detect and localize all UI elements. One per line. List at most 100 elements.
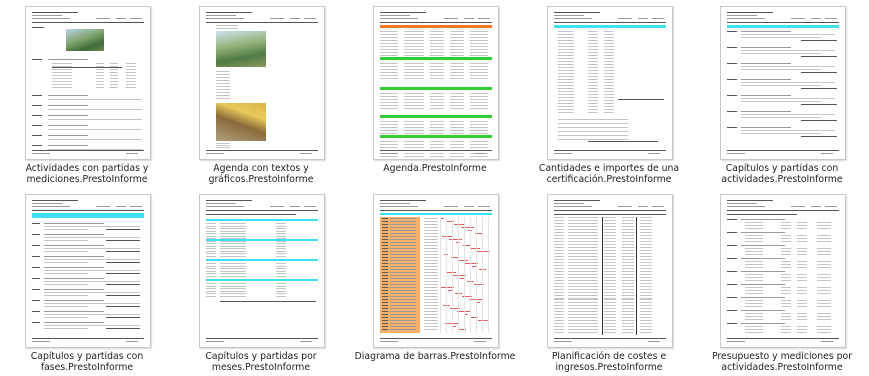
thumbnail-mark (390, 323, 416, 324)
thumbnail-mark (817, 277, 831, 278)
thumbnail-mark (380, 22, 492, 23)
file-item[interactable]: Diagrama de barras.PrestoInforme (348, 188, 522, 376)
thumbnail-mark (48, 145, 88, 146)
thumbnail-mark (640, 268, 652, 269)
thumbnail-mark (44, 314, 140, 315)
thumbnail-mark (220, 285, 246, 287)
thumbnail-mark (382, 266, 388, 267)
thumbnail-mark (390, 305, 416, 306)
thumbnail-mark (382, 275, 388, 276)
file-name-line2: actividades.PrestoInforme (721, 174, 843, 185)
grid-line (470, 217, 471, 333)
thumbnail-mark (604, 31, 614, 32)
file-item[interactable]: Presupuesto y mediciones por actividades… (695, 188, 869, 376)
thumbnail-mark (404, 43, 424, 44)
thumbnail-mark (470, 69, 488, 70)
gantt-bar (470, 248, 480, 249)
report-thumbnail-activities-icon[interactable] (25, 6, 151, 160)
thumbnail-mark (797, 264, 807, 265)
thumbnail-mark (430, 121, 444, 122)
thumbnail-mark (424, 284, 438, 285)
thumbnail-mark (741, 47, 791, 48)
thumbnail-mark (390, 272, 416, 273)
thumbnail-mark (380, 206, 418, 207)
report-thumbnail-chapters-phases-icon[interactable] (25, 194, 151, 348)
thumbnail-mark (206, 243, 216, 244)
thumbnail-mark (382, 236, 388, 237)
report-thumbnail-budget-icon[interactable] (720, 194, 846, 348)
thumbnail-mark (568, 332, 598, 333)
file-name-line2: gráficos.PrestoInforme (208, 174, 314, 185)
section-band (206, 219, 318, 221)
thumbnail-mark (380, 31, 398, 32)
thumbnail-mark (604, 323, 616, 324)
thumbnail-mark (44, 259, 140, 260)
thumbnail-mark (727, 15, 757, 16)
thumbnail-mark (745, 274, 763, 275)
thumbnail-mark (380, 141, 398, 142)
thumbnail-mark (745, 277, 763, 278)
thumbnail-mark (44, 328, 88, 329)
thumbnail-mark (797, 332, 807, 333)
thumbnail-mark (588, 34, 598, 35)
thumbnail-mark (44, 289, 104, 290)
file-item[interactable]: Agenda con textos y gráficos.PrestoInfor… (174, 0, 348, 188)
report-thumbnail-agenda-icon[interactable] (373, 6, 499, 160)
file-item[interactable]: Capítulos y partidas por meses.PrestoInf… (174, 188, 348, 376)
section-band (32, 213, 144, 218)
thumbnail-mark (588, 46, 598, 47)
file-item[interactable]: Planificación de costes e ingresos.Prest… (522, 188, 696, 376)
thumbnail-mark (568, 320, 598, 321)
report-thumbnail-bar-chart-icon[interactable] (373, 194, 499, 348)
thumbnail-mark (404, 102, 424, 103)
thumbnail-mark (568, 292, 598, 293)
thumbnail-mark (126, 63, 136, 64)
thumbnail-mark (558, 52, 574, 53)
thumbnail-mark (404, 66, 424, 67)
thumbnail-mark (604, 109, 614, 110)
gantt-bar (454, 224, 464, 225)
thumbnail-mark (622, 320, 634, 321)
thumbnail-mark (781, 228, 791, 229)
thumbnail-mark (640, 320, 652, 321)
thumbnail-mark (48, 99, 142, 100)
thumbnail-mark (206, 223, 216, 224)
thumbnail-mark (450, 66, 464, 67)
thumbnail-mark (220, 245, 246, 247)
file-item[interactable]: Agenda.PrestoInforme (348, 0, 522, 188)
thumbnail-mark (568, 286, 598, 287)
thumbnail-mark (797, 254, 807, 255)
thumbnail-mark (568, 311, 598, 312)
thumbnail-mark (604, 229, 616, 230)
thumbnail-mark (604, 34, 614, 35)
thumbnail-mark (424, 257, 438, 258)
file-item[interactable]: Actividades con partidas y mediciones.Pr… (0, 0, 174, 188)
report-thumbnail-chapters-months-icon[interactable] (199, 194, 325, 348)
thumbnail-mark (588, 82, 598, 83)
thumbnail-mark (430, 66, 444, 67)
report-thumbnail-agenda-graphics-icon[interactable] (199, 6, 325, 160)
thumbnail-mark (96, 81, 104, 82)
report-thumbnail-cost-planning-icon[interactable] (547, 194, 673, 348)
thumbnail-mark (430, 147, 444, 148)
excavator-photo (216, 103, 266, 141)
thumbnail-mark (110, 72, 118, 73)
thumbnail-mark (640, 277, 652, 278)
file-item[interactable]: Cantidades e importes de una certificaci… (522, 0, 696, 188)
thumbnail-mark (404, 31, 424, 32)
thumbnail-mark (304, 206, 316, 207)
file-item[interactable]: Capítulos y partidas con actividades.Pre… (695, 0, 869, 188)
thumbnail-mark (424, 266, 438, 267)
thumbnail-mark (558, 106, 574, 107)
thumbnail-mark (300, 153, 312, 154)
thumbnail-mark (404, 121, 424, 122)
thumbnail-mark (116, 18, 126, 19)
report-thumbnail-chapters-activities-icon[interactable] (720, 6, 846, 160)
thumbnail-mark (745, 248, 763, 249)
thumbnail-mark (44, 245, 104, 246)
thumbnail-mark (470, 144, 488, 145)
report-thumbnail-certification-icon[interactable] (547, 6, 673, 160)
file-item[interactable]: Capítulos y partidas con fases.PrestoInf… (0, 188, 174, 376)
thumbnail-mark (220, 250, 246, 252)
thumbnail-mark (390, 224, 416, 225)
